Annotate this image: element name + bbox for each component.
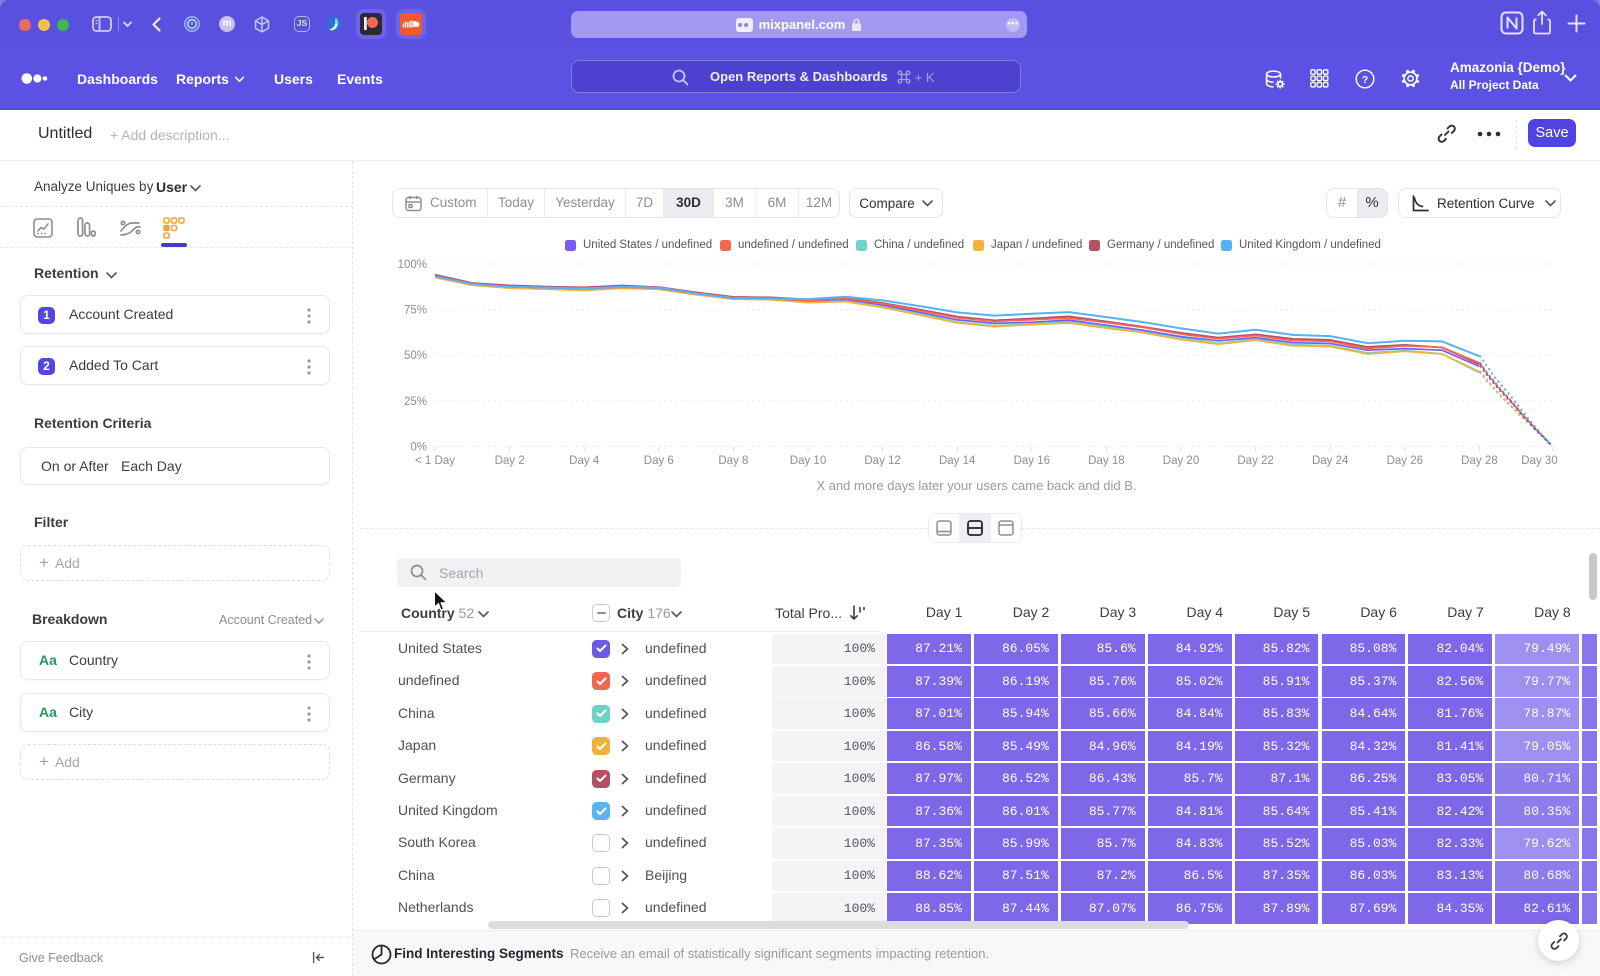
svg-text:Day 18: Day 18 <box>1088 455 1124 467</box>
svg-text:Day 12: Day 12 <box>864 455 900 467</box>
svg-text:25%: 25% <box>404 396 427 408</box>
svg-text:< 1 Day: < 1 Day <box>415 455 455 467</box>
svg-text:50%: 50% <box>404 350 427 362</box>
svg-text:75%: 75% <box>404 305 427 317</box>
svg-text:Day 26: Day 26 <box>1387 455 1423 467</box>
svg-text:Day 14: Day 14 <box>939 455 976 467</box>
svg-text:Day 28: Day 28 <box>1461 455 1497 467</box>
svg-text:Day 20: Day 20 <box>1163 455 1199 467</box>
svg-text:Day 30: Day 30 <box>1521 455 1557 467</box>
svg-text:Day 24: Day 24 <box>1312 455 1349 467</box>
svg-text:Day 8: Day 8 <box>718 455 748 467</box>
svg-text:Day 2: Day 2 <box>495 455 525 467</box>
svg-text:100%: 100% <box>398 259 427 271</box>
svg-text:Day 16: Day 16 <box>1014 455 1050 467</box>
svg-text:Day 10: Day 10 <box>790 455 826 467</box>
svg-text:Day 22: Day 22 <box>1237 455 1273 467</box>
svg-text:Day 6: Day 6 <box>644 455 674 467</box>
svg-text:Day 4: Day 4 <box>569 455 600 467</box>
svg-text:0%: 0% <box>410 442 427 454</box>
